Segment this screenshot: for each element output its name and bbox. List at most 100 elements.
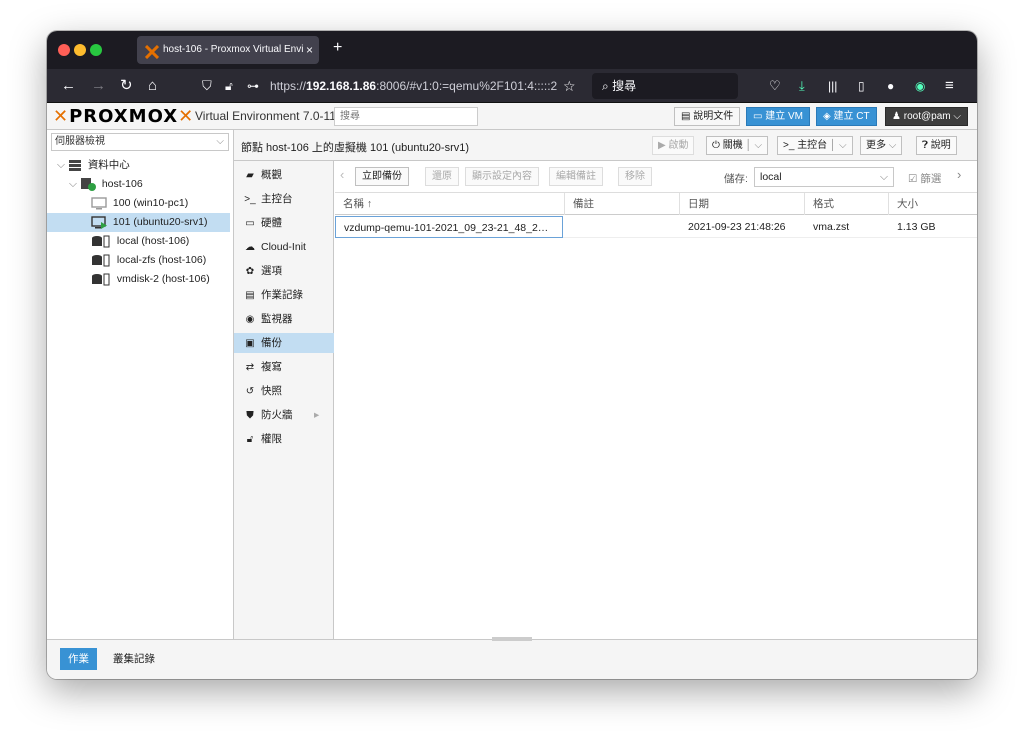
user-menu-button[interactable]: ♟ root@pam ⌵ — [885, 107, 968, 126]
column-header-size[interactable]: 大小 — [889, 193, 977, 215]
vm-menu: ▰ 概觀 >_ 主控台 ▭ 硬體 ☁ Cloud-Init ✿ 選項 ▤ 作業記錄 ◉ 監視器… — [234, 161, 334, 639]
menu-item-summary[interactable]: ▰ 概觀 — [234, 165, 334, 185]
page-title: 節點 host-106 上的虛擬機 101 (ubuntu20-srv1) — [241, 142, 470, 154]
menu-item-replication[interactable]: ⇄ 複寫 — [234, 357, 334, 377]
menu-item-task-history[interactable]: ▤ 作業記錄 — [234, 285, 334, 305]
tree-item-storage-local[interactable]: local (host-106) — [47, 232, 230, 251]
home-icon[interactable]: ⌂ — [148, 77, 157, 95]
tab-close-icon[interactable]: × — [306, 36, 313, 64]
vm-stopped-icon — [91, 197, 107, 210]
tree-item-vm-101[interactable]: 101 (ubuntu20-srv1) — [47, 213, 230, 232]
account-icon[interactable]: ● — [887, 77, 894, 95]
menu-item-snapshots[interactable]: ↺ 快照 — [234, 381, 334, 401]
cell-format: vma.zst — [813, 221, 850, 233]
show-config-button[interactable]: 顯示設定內容 — [465, 167, 539, 186]
resource-tree-panel: 伺服器檢視 ⌵ ⌵ 資料中心 ⌵ host-106 100 (win10-pc1… — [47, 130, 234, 639]
restore-button[interactable]: 還原 — [425, 167, 459, 186]
resize-handle[interactable] — [492, 637, 532, 641]
menu-item-hardware[interactable]: ▭ 硬體 — [234, 213, 334, 233]
chevron-down-icon: ⌵ — [950, 111, 961, 122]
search-icon: ⌕ — [602, 79, 609, 93]
close-window-button[interactable] — [58, 44, 70, 56]
shutdown-button[interactable]: ⏻ 關機 │ ⌵ — [706, 136, 769, 155]
remove-button[interactable]: 移除 — [618, 167, 652, 186]
menu-icon[interactable]: ≡ — [945, 77, 954, 95]
tab-tasks[interactable]: 作業 — [60, 648, 97, 670]
shield-tracking-icon[interactable]: ⛉ — [202, 77, 212, 95]
question-circle-icon: ❓︎ — [922, 140, 931, 151]
chevron-down-icon: ⌵ — [886, 140, 897, 151]
menu-item-permissions[interactable]: 🔓︎ 權限 — [234, 429, 334, 449]
forward-icon[interactable]: → — [91, 77, 106, 95]
key-icon[interactable]: ⊶ — [247, 77, 259, 95]
tree-item-vm-100[interactable]: 100 (win10-pc1) — [47, 194, 230, 213]
storage-icon — [92, 273, 110, 286]
backup-grid-header: 名稱 ↑ 備註 日期 格式 大小 — [335, 193, 977, 215]
edit-notes-button[interactable]: 編輯備註 — [549, 167, 603, 186]
start-button[interactable]: ▶ 啟動 — [652, 136, 695, 155]
url-bar[interactable]: https://192.168.1.86:8006/#v1:0:=qemu%2F… — [270, 73, 562, 99]
column-header-name[interactable]: 名稱 ↑ — [335, 193, 565, 215]
extension-icon[interactable]: ◉ — [915, 77, 925, 95]
chevron-down-icon: ⌵ — [880, 171, 888, 183]
menu-item-monitor[interactable]: ◉ 監視器 — [234, 309, 334, 329]
more-button[interactable]: 更多 ⌵ — [860, 136, 903, 155]
column-header-notes[interactable]: 備註 — [565, 193, 680, 215]
menu-item-backup[interactable]: ▣ 備份 — [234, 333, 334, 353]
table-row[interactable]: vzdump-qemu-101-2021_09_23-21_48_2… 2021… — [335, 216, 977, 238]
backup-now-button[interactable]: 立即備份 — [355, 167, 409, 186]
docs-button[interactable]: ▤ 說明文件 — [674, 107, 741, 126]
back-icon[interactable]: ← — [61, 77, 76, 95]
url-host: 192.168.1.86 — [306, 79, 377, 93]
terminal-icon: >_ — [783, 140, 798, 151]
cell-notes — [565, 216, 680, 238]
list-icon: ▤ — [245, 290, 255, 301]
filter-checkbox[interactable]: ☑ 篩選 — [908, 171, 941, 186]
column-header-format[interactable]: 格式 — [805, 193, 889, 215]
lock-warning-icon[interactable]: 🔓︎ — [225, 77, 233, 95]
scroll-right-icon[interactable]: › — [957, 167, 961, 182]
chevron-right-icon: ▸ — [314, 409, 320, 421]
library-icon[interactable]: ||| — [828, 77, 837, 95]
desktop-icon: ▭ — [753, 111, 766, 122]
storage-icon — [92, 235, 110, 248]
minimize-window-button[interactable] — [74, 44, 86, 56]
browser-search-label: 搜尋 — [612, 79, 637, 93]
menu-item-cloud-init[interactable]: ☁ Cloud-Init — [234, 237, 334, 257]
eye-icon: ◉ — [245, 314, 255, 325]
download-icon[interactable]: ⤓ — [799, 77, 805, 95]
pocket-icon[interactable]: ♡ — [769, 77, 781, 95]
browser-search-box[interactable]: ⌕ 搜尋 — [592, 73, 738, 99]
browser-window: host-106 - Proxmox Virtual Envi × + ← → … — [47, 31, 977, 679]
console-button[interactable]: >_ 主控台 │ ⌵ — [777, 136, 853, 155]
create-vm-button[interactable]: ▭ 建立 VM — [746, 107, 811, 126]
tab-cluster-log[interactable]: 叢集記錄 — [105, 648, 163, 670]
book-icon: ▰ — [246, 170, 254, 181]
menu-item-firewall[interactable]: ⛊ 防火牆 ▸ — [234, 405, 334, 425]
storage-icon — [92, 254, 110, 267]
history-icon: ↺ — [245, 386, 255, 397]
header-search-input[interactable] — [334, 107, 478, 126]
menu-item-options[interactable]: ✿ 選項 — [234, 261, 334, 281]
tree-item-host-106[interactable]: ⌵ host-106 — [47, 175, 230, 194]
zoom-window-button[interactable] — [90, 44, 102, 56]
datacenter-icon — [68, 160, 81, 172]
retweet-icon: ⇄ — [245, 362, 255, 373]
browser-tab[interactable]: host-106 - Proxmox Virtual Envi × — [137, 36, 319, 64]
help-button[interactable]: ❓︎ 說明 — [916, 136, 957, 155]
tree-item-datacenter[interactable]: ⌵ 資料中心 — [47, 156, 230, 175]
tree-item-storage-local-zfs[interactable]: local-zfs (host-106) — [47, 251, 230, 270]
reload-icon[interactable]: ↻ — [120, 77, 133, 95]
column-header-date[interactable]: 日期 — [680, 193, 805, 215]
bookmark-star-icon[interactable]: ☆ — [563, 77, 576, 95]
tree-item-storage-vmdisk-2[interactable]: vmdisk-2 (host-106) — [47, 270, 230, 289]
create-ct-button[interactable]: ◈ 建立 CT — [816, 107, 877, 126]
sidebar-icon[interactable]: ▯ — [858, 77, 865, 95]
proxmox-favicon-icon — [144, 43, 160, 64]
menu-item-console[interactable]: >_ 主控台 — [234, 189, 334, 209]
new-tab-button[interactable]: + — [333, 39, 342, 57]
scroll-left-icon[interactable]: ‹ — [340, 167, 344, 182]
content-panel: 節點 host-106 上的虛擬機 101 (ubuntu20-srv1) ▶ … — [234, 130, 977, 639]
view-selector[interactable]: 伺服器檢視 ⌵ — [51, 133, 229, 151]
storage-select[interactable]: local ⌵ — [754, 167, 894, 187]
